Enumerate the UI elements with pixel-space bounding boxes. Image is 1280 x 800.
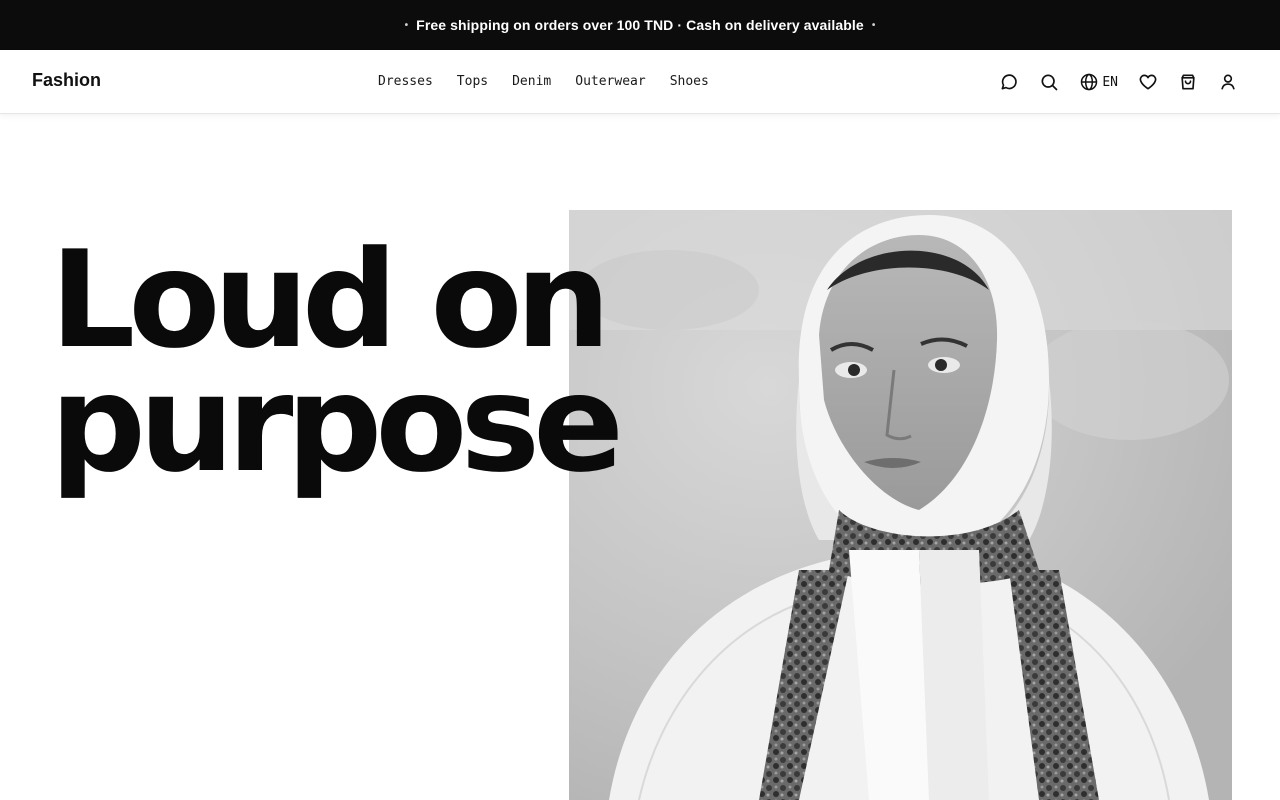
nav-shoes[interactable]: Shoes <box>670 72 709 92</box>
nav-tops[interactable]: Tops <box>457 72 488 92</box>
bullet-left: • <box>404 19 409 31</box>
bullet-right: • <box>871 19 876 31</box>
announcement-text: Free shipping on orders over 100 TND · C… <box>416 17 864 33</box>
shopping-bag-icon[interactable] <box>1176 70 1200 94</box>
site-header: Fashion Dresses Tops Denim Outerwear Sho… <box>0 50 1280 114</box>
chat-bubble-icon[interactable] <box>997 70 1021 94</box>
user-icon[interactable] <box>1216 70 1240 94</box>
header-actions: EN <box>981 70 1240 94</box>
announcement-bar: • Free shipping on orders over 100 TND ·… <box>0 0 1280 50</box>
brand-logo[interactable]: Fashion <box>32 70 101 91</box>
main-nav: Dresses Tops Denim Outerwear Shoes <box>378 72 733 92</box>
language-selector[interactable]: EN <box>1079 72 1118 92</box>
nav-denim[interactable]: Denim <box>512 72 551 92</box>
language-code: EN <box>1102 74 1118 90</box>
search-icon[interactable] <box>1037 70 1061 94</box>
hero-headline-line2: purpose <box>50 346 624 502</box>
nav-outerwear[interactable]: Outerwear <box>575 72 645 92</box>
nav-dresses[interactable]: Dresses <box>378 72 433 92</box>
heart-icon[interactable] <box>1136 70 1160 94</box>
globe-icon <box>1081 73 1098 91</box>
hero-headline: Loud on purpose <box>50 233 670 491</box>
